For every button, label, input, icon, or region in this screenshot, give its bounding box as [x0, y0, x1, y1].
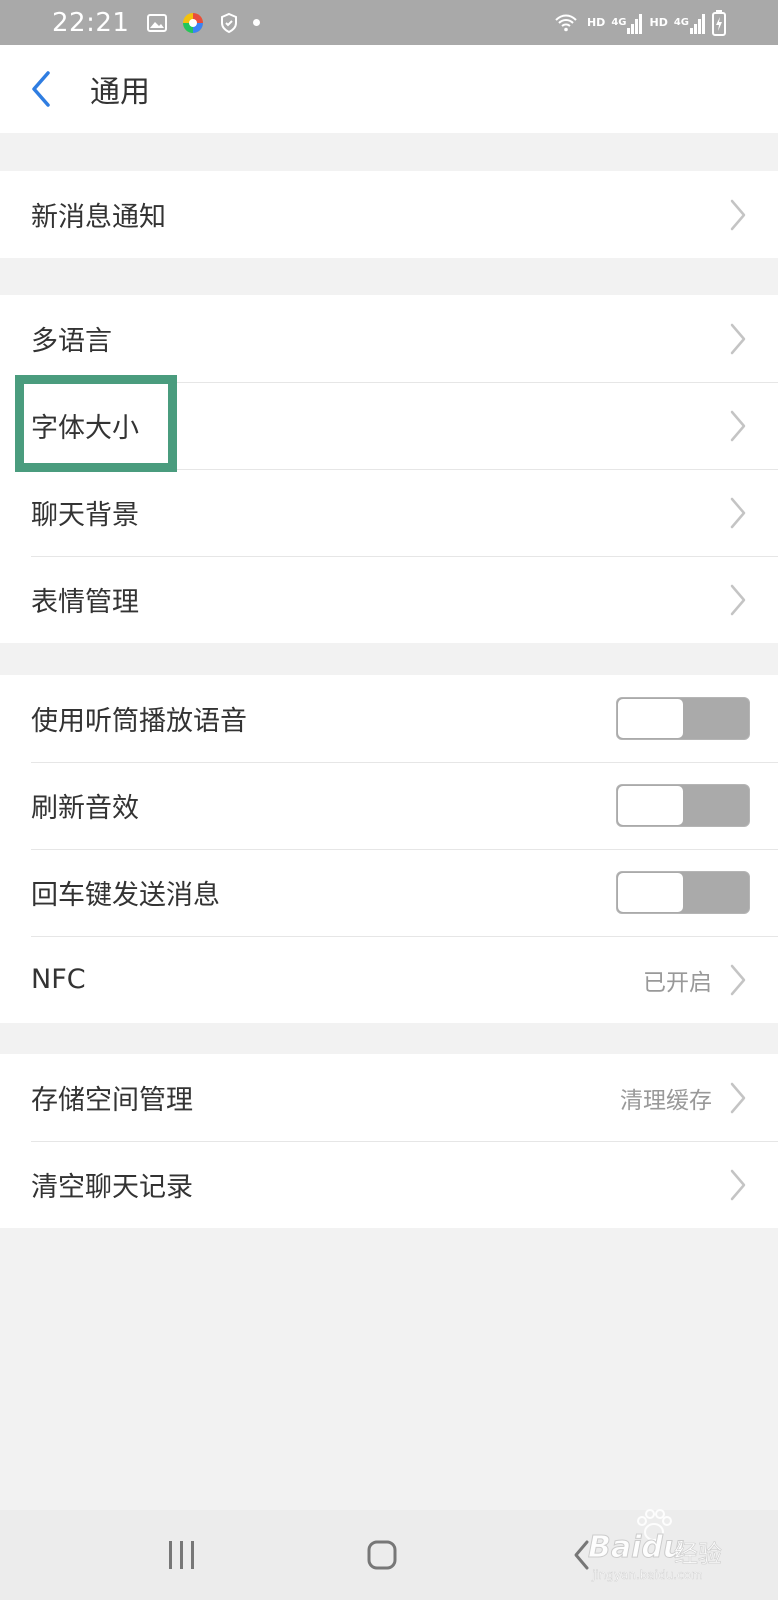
setting-earpiece-playback: 使用听筒播放语音	[0, 675, 778, 762]
toggle-knob	[618, 786, 683, 825]
toggle-knob	[618, 699, 683, 738]
status-left-icons	[145, 11, 261, 35]
chevron-right-icon	[730, 410, 746, 441]
signal-bars-icon	[690, 13, 705, 34]
chevron-right-icon	[730, 1169, 746, 1200]
shield-check-icon	[221, 12, 238, 33]
setting-storage-management[interactable]: 存储空间管理 清理缓存	[0, 1054, 778, 1141]
setting-label: 聊天背景	[31, 500, 139, 531]
toggle-knob	[618, 873, 683, 912]
setting-language[interactable]: 多语言	[0, 295, 778, 382]
setting-label: NFC	[31, 964, 86, 995]
setting-emoji-management[interactable]: 表情管理	[0, 556, 778, 643]
signal-2: 4G	[674, 12, 706, 34]
earpiece-toggle[interactable]	[616, 697, 750, 740]
setting-new-message-notification[interactable]: 新消息通知	[0, 171, 778, 258]
home-icon	[367, 1540, 397, 1570]
setting-label: 新消息通知	[31, 202, 166, 233]
top-app-bar: 通用	[0, 45, 778, 133]
hd-label-2: HD	[649, 16, 668, 29]
signal-1: 4G	[611, 12, 643, 34]
hd-label-1: HD	[586, 16, 606, 29]
nfc-status-value: 已开启	[643, 969, 712, 996]
gallery-icon	[147, 13, 168, 32]
chevron-right-icon	[730, 584, 746, 615]
setting-clear-chat-history[interactable]: 清空聊天记录	[0, 1141, 778, 1228]
system-nav-bar	[0, 1510, 778, 1600]
enter-to-send-toggle[interactable]	[616, 871, 750, 914]
status-time: 22:21	[52, 7, 130, 38]
settings-group-storage: 存储空间管理 清理缓存 清空聊天记录	[0, 1054, 778, 1228]
setting-label: 字体大小	[31, 413, 139, 444]
status-bar: 22:21 HD 4G HD 4G	[0, 0, 778, 45]
nav-back-button[interactable]	[566, 1535, 596, 1575]
settings-group-notifications: 新消息通知	[0, 171, 778, 258]
clear-cache-value: 清理缓存	[620, 1087, 712, 1114]
notification-dot	[253, 19, 261, 26]
back-button[interactable]	[30, 69, 60, 109]
chevron-right-icon	[730, 199, 746, 230]
refresh-sound-toggle[interactable]	[616, 784, 750, 827]
battery-icon	[712, 9, 726, 36]
chevron-right-icon	[730, 323, 746, 354]
colorful-app-icon	[183, 12, 204, 33]
setting-label: 存储空间管理	[31, 1085, 193, 1116]
chevron-right-icon	[730, 1082, 746, 1113]
nav-back-icon	[574, 1540, 589, 1570]
setting-refresh-sound: 刷新音效	[0, 762, 778, 849]
setting-label: 表情管理	[31, 587, 139, 618]
chevron-right-icon	[730, 964, 746, 995]
setting-label: 使用听筒播放语音	[31, 706, 247, 737]
setting-chat-background[interactable]: 聊天背景	[0, 469, 778, 556]
network-label-2: 4G	[673, 16, 689, 28]
chevron-right-icon	[730, 497, 746, 528]
recent-apps-button[interactable]	[160, 1535, 204, 1575]
settings-group-display: 多语言 字体大小 聊天背景 表情管理	[0, 295, 778, 643]
recent-apps-icon	[169, 1541, 194, 1569]
signal-bars-icon	[627, 13, 643, 34]
setting-font-size[interactable]: 字体大小	[0, 382, 778, 469]
setting-label: 刷新音效	[31, 793, 139, 824]
setting-label: 多语言	[31, 326, 112, 357]
network-label-1: 4G	[611, 16, 627, 28]
setting-label: 清空聊天记录	[31, 1172, 193, 1203]
page-title: 通用	[90, 75, 150, 110]
back-arrow-icon	[32, 71, 50, 107]
settings-group-behavior: 使用听筒播放语音 刷新音效 回车键发送消息 NFC 已开启	[0, 675, 778, 1023]
home-button[interactable]	[360, 1535, 404, 1575]
setting-label: 回车键发送消息	[31, 880, 220, 911]
status-right-icons: HD 4G HD 4G	[551, 9, 726, 36]
setting-enter-to-send: 回车键发送消息	[0, 849, 778, 936]
wifi-icon	[555, 14, 577, 31]
setting-nfc[interactable]: NFC 已开启	[0, 936, 778, 1023]
